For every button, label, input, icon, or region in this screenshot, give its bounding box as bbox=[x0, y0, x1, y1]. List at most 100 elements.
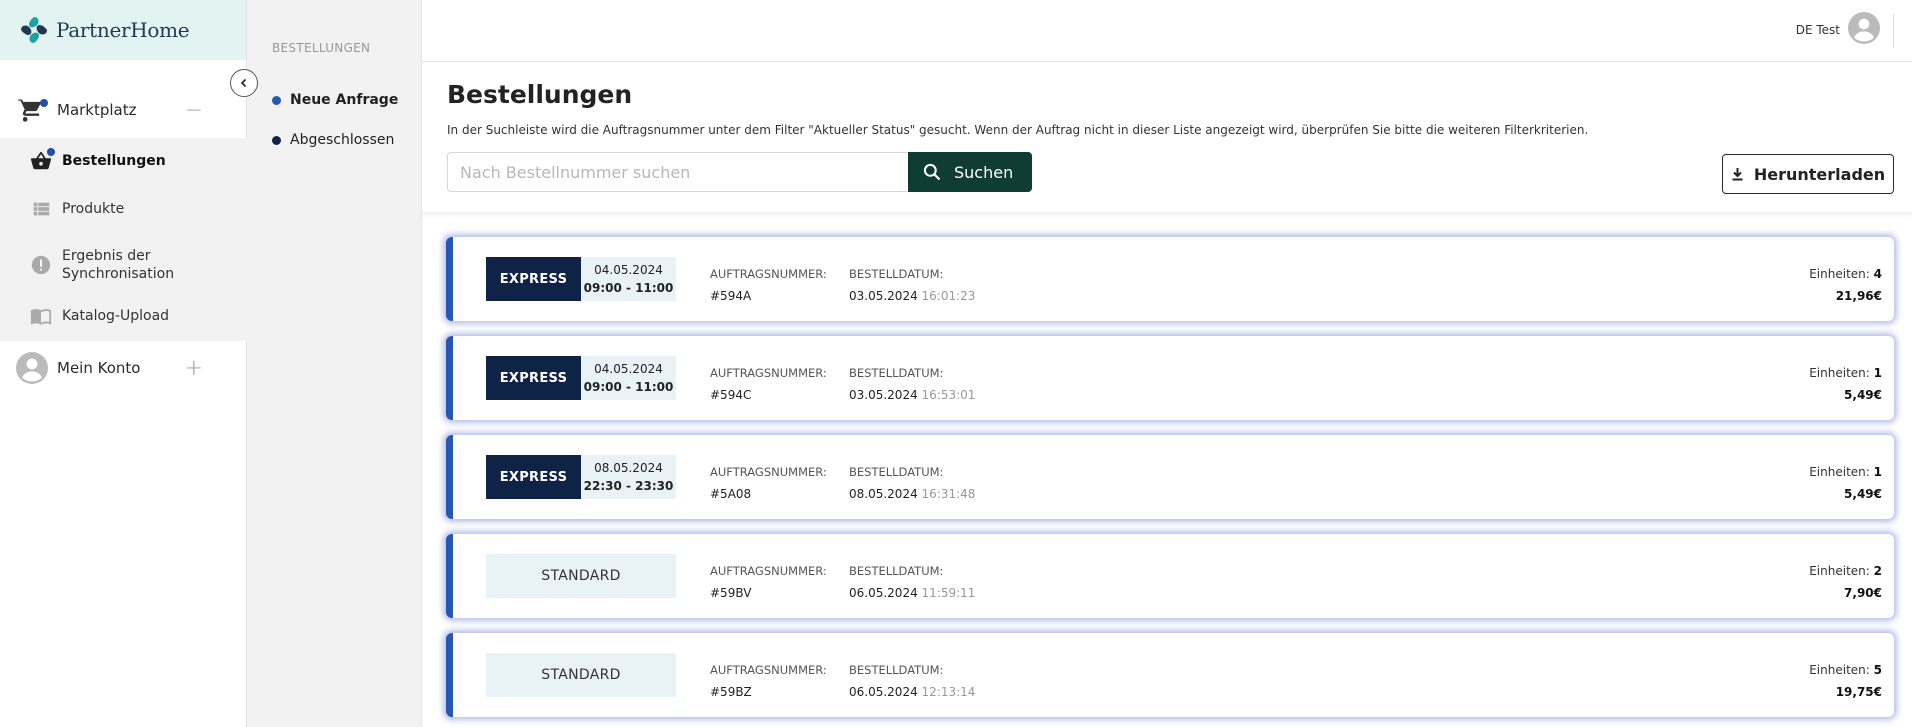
units-count: 4 bbox=[1873, 267, 1882, 281]
catalog-icon bbox=[30, 305, 52, 327]
order-number-block: AUFTRAGSNUMMER: #594A bbox=[710, 263, 827, 307]
order-number-block: AUFTRAGSNUMMER: #594C bbox=[710, 362, 827, 406]
download-button[interactable]: Herunterladen bbox=[1722, 154, 1894, 194]
order-date: 08.05.2024 bbox=[849, 487, 918, 501]
units-count: 1 bbox=[1873, 465, 1882, 479]
order-number-label: AUFTRAGSNUMMER: bbox=[710, 663, 827, 677]
slot-date: 04.05.2024 bbox=[594, 362, 663, 376]
subnav-title: BESTELLUNGEN bbox=[272, 41, 371, 55]
order-number-block: AUFTRAGSNUMMER: #59BV bbox=[710, 560, 827, 604]
order-number-label: AUFTRAGSNUMMER: bbox=[710, 366, 827, 380]
page-description: In der Suchleiste wird die Auftragsnumme… bbox=[447, 123, 1589, 137]
sidebar-section-label: Mein Konto bbox=[57, 359, 141, 377]
main-sidebar: PartnerHome Marktplatz − Bestellungen Pr… bbox=[0, 0, 247, 727]
header-divider bbox=[1893, 14, 1894, 48]
delivery-badge: EXPRESS 08.05.2024 22:30 - 23:30 bbox=[486, 455, 676, 499]
order-price: 19,75€ bbox=[1835, 685, 1882, 699]
units-label: Einheiten: bbox=[1809, 366, 1870, 380]
order-date-block: BESTELLDATUM: 03.05.2024 16:01:23 bbox=[849, 263, 975, 307]
search-button[interactable]: Suchen bbox=[908, 152, 1032, 192]
chevron-left-icon bbox=[240, 78, 247, 88]
order-card[interactable]: EXPRESS 04.05.2024 09:00 - 11:00 AUFTRAG… bbox=[446, 237, 1894, 321]
order-date-label: BESTELLDATUM: bbox=[849, 663, 944, 677]
order-price: 5,49€ bbox=[1844, 487, 1882, 501]
slot-date: 08.05.2024 bbox=[594, 461, 663, 475]
order-price: 7,90€ bbox=[1844, 586, 1882, 600]
order-number-block: AUFTRAGSNUMMER: #5A08 bbox=[710, 461, 827, 505]
avatar-icon bbox=[1848, 12, 1880, 47]
delivery-badge: EXPRESS 04.05.2024 09:00 - 11:00 bbox=[486, 356, 676, 400]
order-number-label: AUFTRAGSNUMMER: bbox=[710, 564, 827, 578]
subnav-item-label: Abgeschlossen bbox=[290, 132, 395, 148]
search-input[interactable] bbox=[447, 152, 909, 192]
order-number: #59BZ bbox=[710, 685, 752, 699]
sidebar-item-produkte[interactable]: Produkte bbox=[0, 192, 247, 226]
user-menu[interactable]: DE Test bbox=[1796, 12, 1880, 47]
app-name: PartnerHome bbox=[56, 18, 190, 42]
account-icon bbox=[16, 352, 48, 384]
order-card[interactable]: STANDARD AUFTRAGSNUMMER: #59BZ BESTELLDA… bbox=[446, 633, 1894, 717]
order-summary: Einheiten: 1 5,49€ bbox=[1809, 461, 1882, 505]
delivery-slot: 08.05.2024 22:30 - 23:30 bbox=[581, 455, 676, 499]
user-name: DE Test bbox=[1795, 22, 1840, 37]
orders-subnav: BESTELLUNGEN Neue Anfrage Abgeschlossen bbox=[247, 0, 422, 727]
subnav-item-abgeschlossen[interactable]: Abgeschlossen bbox=[272, 132, 394, 148]
sidebar-item-label: Ergebnis der Synchronisation bbox=[62, 248, 175, 282]
sidebar-item-label: Katalog-Upload bbox=[62, 308, 170, 324]
sidebar-section-label: Marktplatz bbox=[57, 101, 137, 119]
slot-time: 22:30 - 23:30 bbox=[583, 479, 674, 493]
collapse-sidebar-button[interactable] bbox=[230, 69, 258, 97]
order-date-label: BESTELLDATUM: bbox=[849, 366, 944, 380]
search-icon bbox=[923, 163, 941, 181]
order-date: 06.05.2024 bbox=[849, 586, 918, 600]
sidebar-item-label: Bestellungen bbox=[62, 153, 166, 169]
order-summary: Einheiten: 1 5,49€ bbox=[1809, 362, 1882, 406]
units-count: 1 bbox=[1873, 366, 1882, 380]
order-date-block: BESTELLDATUM: 06.05.2024 12:13:14 bbox=[849, 659, 975, 703]
order-time: 16:53:01 bbox=[921, 388, 976, 402]
subnav-item-neue-anfrage[interactable]: Neue Anfrage bbox=[272, 92, 398, 108]
collapse-section-icon[interactable]: − bbox=[185, 98, 203, 123]
list-icon bbox=[30, 198, 52, 220]
order-date: 06.05.2024 bbox=[849, 685, 918, 699]
orders-toolbar: Bestellungen In der Suchleiste wird die … bbox=[422, 62, 1912, 212]
order-date: 03.05.2024 bbox=[849, 289, 918, 303]
delivery-badge: STANDARD bbox=[486, 554, 676, 598]
order-time: 16:31:48 bbox=[921, 487, 976, 501]
sidebar-section-mein-konto[interactable]: Mein Konto + bbox=[0, 352, 247, 384]
order-number: #594C bbox=[710, 388, 752, 402]
order-card[interactable]: EXPRESS 04.05.2024 09:00 - 11:00 AUFTRAG… bbox=[446, 336, 1894, 420]
order-date-block: BESTELLDATUM: 08.05.2024 16:31:48 bbox=[849, 461, 975, 505]
order-card[interactable]: STANDARD AUFTRAGSNUMMER: #59BV BESTELLDA… bbox=[446, 534, 1894, 618]
order-card[interactable]: EXPRESS 08.05.2024 22:30 - 23:30 AUFTRAG… bbox=[446, 435, 1894, 519]
delivery-type: EXPRESS bbox=[486, 356, 581, 400]
sidebar-section-marktplatz[interactable]: Marktplatz − bbox=[0, 91, 247, 129]
order-date-label: BESTELLDATUM: bbox=[849, 267, 944, 281]
subnav-item-label: Neue Anfrage bbox=[290, 92, 399, 108]
order-number: #59BV bbox=[710, 586, 752, 600]
logo[interactable]: PartnerHome bbox=[0, 0, 246, 60]
order-price: 21,96€ bbox=[1835, 289, 1882, 303]
download-icon bbox=[1732, 168, 1743, 181]
alert-circle-icon bbox=[30, 254, 52, 276]
order-number: #594A bbox=[710, 289, 752, 303]
order-date: 03.05.2024 bbox=[849, 388, 918, 402]
top-header: DE Test bbox=[422, 0, 1912, 62]
basket-icon bbox=[30, 148, 55, 172]
delivery-type: STANDARD bbox=[486, 653, 676, 697]
units-count: 2 bbox=[1873, 564, 1882, 578]
delivery-badge: STANDARD bbox=[486, 653, 676, 697]
page-title: Bestellungen bbox=[447, 80, 633, 109]
cart-icon bbox=[16, 95, 48, 125]
expand-section-icon[interactable]: + bbox=[185, 356, 203, 381]
sidebar-item-synchronisation[interactable]: Ergebnis der Synchronisation bbox=[0, 245, 247, 285]
units-label: Einheiten: bbox=[1809, 267, 1870, 281]
order-date-block: BESTELLDATUM: 03.05.2024 16:53:01 bbox=[849, 362, 975, 406]
delivery-slot: 04.05.2024 09:00 - 11:00 bbox=[581, 356, 676, 400]
sidebar-item-bestellungen[interactable]: Bestellungen bbox=[0, 144, 247, 178]
order-number: #5A08 bbox=[710, 487, 752, 501]
order-summary: Einheiten: 5 19,75€ bbox=[1809, 659, 1882, 703]
sidebar-item-katalog-upload[interactable]: Katalog-Upload bbox=[0, 299, 247, 333]
status-dot-icon bbox=[272, 95, 281, 105]
order-number-block: AUFTRAGSNUMMER: #59BZ bbox=[710, 659, 827, 703]
